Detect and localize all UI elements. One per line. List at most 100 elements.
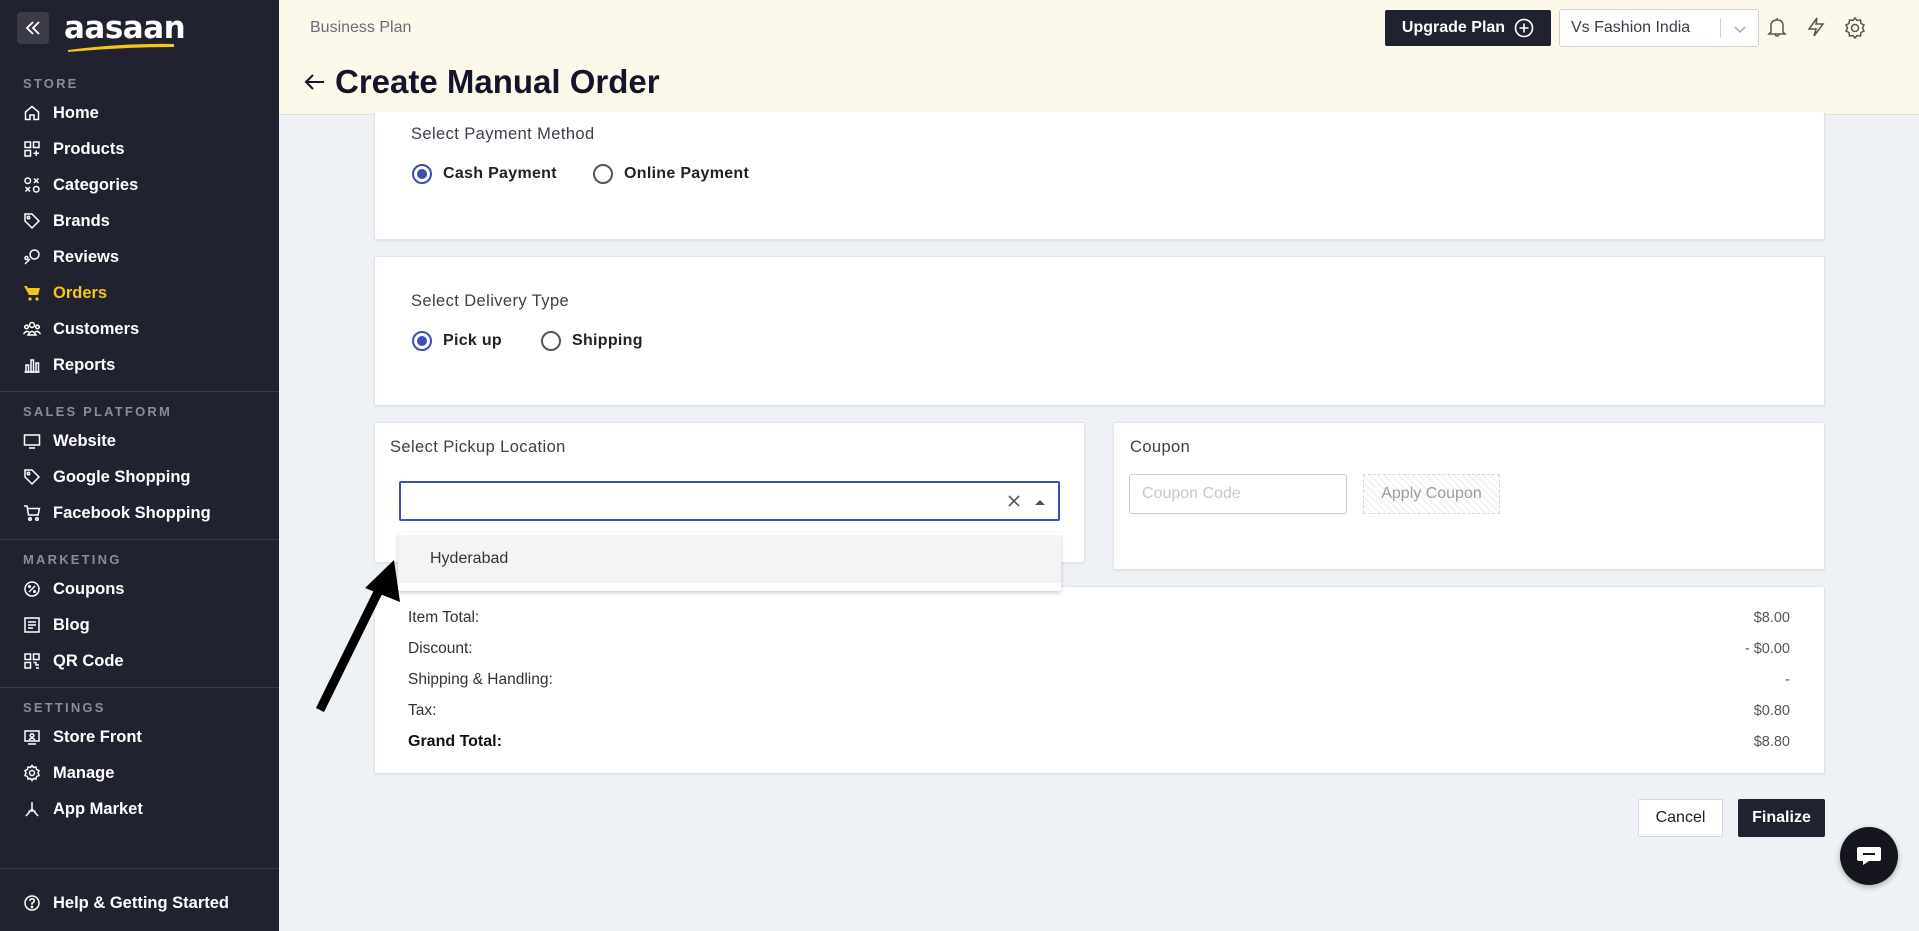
radio-label: Cash Payment (443, 165, 557, 182)
reviews-icon (24, 249, 40, 265)
plus-circle-icon (1514, 18, 1534, 38)
tag-icon (24, 469, 41, 486)
chat-button[interactable] (1840, 827, 1898, 885)
sidebar-item-home[interactable]: Home (0, 95, 279, 131)
sidebar-item-reports[interactable]: Reports (0, 347, 279, 383)
radio-label: Shipping (572, 332, 643, 349)
coupon-title: Coupon (1130, 438, 1191, 456)
app-market-icon (25, 802, 39, 817)
sidebar-item-google-shopping[interactable]: Google Shopping (0, 459, 279, 495)
sidebar-item-orders[interactable]: Orders (0, 275, 279, 311)
upgrade-plan-button[interactable]: Upgrade Plan (1385, 10, 1551, 46)
reports-icon (24, 359, 40, 373)
sidebar-item-label: QR Code (53, 651, 124, 670)
sidebar-item-label: Brands (53, 211, 110, 230)
chevron-down-icon (1734, 26, 1746, 34)
summary-label: Item Total: (408, 609, 480, 626)
logo: aasaan (64, 13, 186, 52)
section-label-sales-platform: SALES PLATFORM (23, 404, 172, 419)
help-section: Help & Getting Started (0, 885, 279, 921)
radio-button-checked[interactable] (412, 331, 432, 351)
summary-label: Shipping & Handling: (408, 671, 553, 688)
payment-method-card: Select Payment Method Cash Payment Onlin… (374, 112, 1825, 240)
double-chevron-left-icon (25, 21, 40, 35)
help-icon (24, 895, 40, 911)
sidebar-item-qr-code[interactable]: QR Code (0, 643, 279, 679)
bell-icon[interactable] (1766, 16, 1788, 38)
divider (0, 539, 279, 540)
apply-coupon-button[interactable]: Apply Coupon (1363, 474, 1500, 514)
pickup-location-dropdown: Hyderabad (398, 533, 1061, 591)
store-select[interactable]: Vs Fashion India (1559, 9, 1759, 47)
customers-icon (23, 321, 41, 336)
sidebar-item-reviews[interactable]: Reviews (0, 239, 279, 275)
radio-pick-up[interactable]: Pick up (412, 331, 502, 351)
sidebar-item-app-market[interactable]: App Market (0, 791, 279, 827)
pickup-location-title: Select Pickup Location (390, 438, 566, 456)
clear-icon[interactable] (1005, 492, 1023, 510)
back-arrow-icon[interactable] (303, 70, 327, 94)
home-icon (24, 105, 40, 121)
page-title: Create Manual Order (335, 63, 660, 100)
pickup-location-select[interactable] (399, 481, 1060, 521)
sidebar-item-label: Products (53, 139, 125, 158)
blog-icon (24, 617, 40, 633)
radio-button[interactable] (541, 331, 561, 351)
sidebar-item-label: Reviews (53, 247, 120, 266)
sidebar-item-website[interactable]: Website (0, 423, 279, 459)
coupon-code-input[interactable] (1129, 474, 1347, 514)
caret-up-icon[interactable] (1034, 498, 1046, 506)
sidebar-item-label: Manage (53, 763, 115, 782)
gear-icon[interactable] (1843, 16, 1867, 40)
categories-icon (24, 177, 40, 193)
sidebar-item-help[interactable]: Help & Getting Started (0, 885, 279, 921)
sidebar-item-customers[interactable]: Customers (0, 311, 279, 347)
tag-icon (24, 213, 41, 230)
monitor-icon (23, 434, 41, 449)
sidebar-item-facebook-shopping[interactable]: Facebook Shopping (0, 495, 279, 531)
page-title-row: Create Manual Order (303, 63, 660, 101)
store-select-value: Vs Fashion India (1571, 19, 1691, 36)
sidebar-item-coupons[interactable]: Coupons (0, 571, 279, 607)
lightning-icon[interactable] (1805, 16, 1827, 38)
sidebar-item-store-front[interactable]: Store Front (0, 719, 279, 755)
section-label-store: STORE (23, 76, 79, 91)
sidebar-item-products[interactable]: Products (0, 131, 279, 167)
delivery-type-title: Select Delivery Type (411, 292, 570, 310)
sidebar-item-label: Blog (53, 615, 90, 634)
radio-button-checked[interactable] (412, 164, 432, 184)
divider (0, 687, 279, 688)
sidebar-item-label: Website (53, 431, 116, 450)
sidebar-item-brands[interactable]: Brands (0, 203, 279, 239)
summary-value: $8.00 (1753, 610, 1790, 626)
sidebar-item-label: Orders (53, 283, 108, 302)
sidebar-item-label: Help & Getting Started (53, 893, 230, 912)
radio-online-payment[interactable]: Online Payment (593, 164, 749, 184)
collapse-sidebar-button[interactable] (17, 12, 49, 44)
cancel-button[interactable]: Cancel (1638, 799, 1723, 837)
logo-row: aasaan (0, 0, 279, 56)
divider (0, 391, 279, 392)
logo-swoosh-icon (68, 43, 174, 52)
sidebar-item-categories[interactable]: Categories (0, 167, 279, 203)
radio-button[interactable] (593, 164, 613, 184)
radio-label: Online Payment (624, 165, 750, 182)
dropdown-option[interactable]: Hyderabad (398, 535, 1061, 583)
radio-shipping[interactable]: Shipping (541, 331, 643, 351)
sidebar-item-label: Facebook Shopping (53, 503, 211, 522)
finalize-button[interactable]: Finalize (1738, 799, 1825, 837)
sidebar-item-label: App Market (53, 799, 143, 818)
sidebar-item-label: Reports (53, 355, 116, 374)
radio-cash-payment[interactable]: Cash Payment (412, 164, 557, 184)
sidebar-item-label: Customers (53, 319, 140, 338)
summary-label: Tax: (408, 702, 437, 719)
summary-discount-row: Discount: - $0.00 (408, 638, 1790, 660)
sidebar-item-manage[interactable]: Manage (0, 755, 279, 791)
sidebar-item-label: Google Shopping (53, 467, 191, 486)
select-separator (1720, 18, 1721, 38)
payment-method-title: Select Payment Method (411, 125, 595, 143)
sidebar-item-blog[interactable]: Blog (0, 607, 279, 643)
summary-tax-row: Tax: $0.80 (408, 700, 1790, 722)
coupon-icon (24, 581, 40, 597)
coupon-card: Coupon Apply Coupon (1113, 422, 1825, 570)
